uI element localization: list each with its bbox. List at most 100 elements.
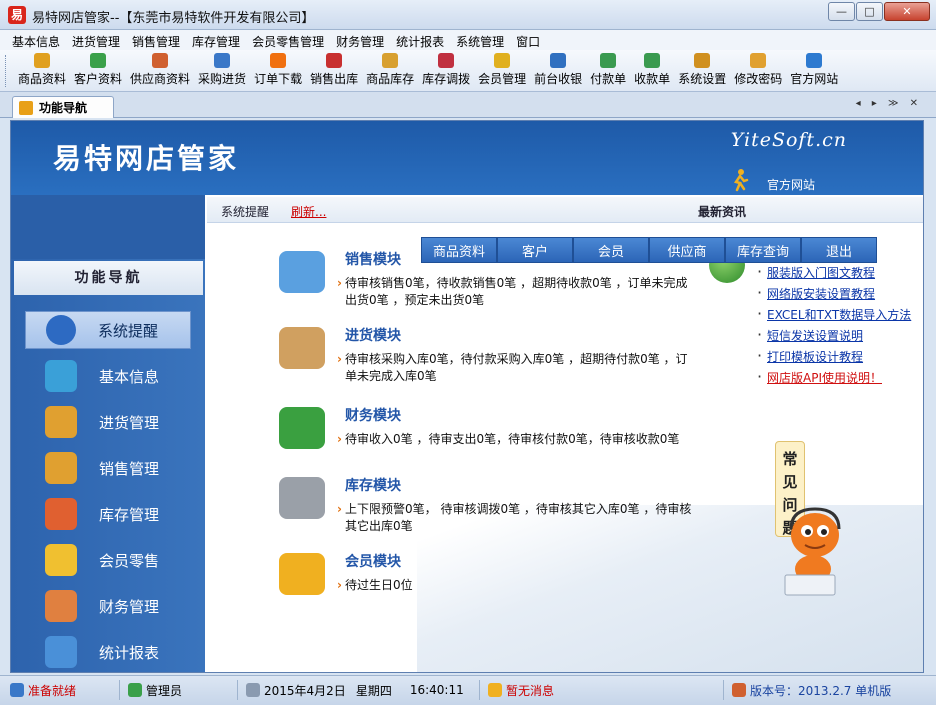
toolbar-button[interactable]: 官方网站	[786, 50, 842, 92]
toolbar-button[interactable]: 商品资料	[14, 50, 70, 92]
clock-icon	[246, 683, 260, 697]
module-title[interactable]: 财务模块	[345, 405, 713, 425]
toolbar-button[interactable]: 系统设置	[674, 50, 730, 92]
tab-navigation-arrows[interactable]: ◂ ▸ ≫ ✕	[856, 98, 922, 109]
sales-out-icon	[326, 53, 343, 68]
finance-icon	[45, 590, 77, 622]
tab-function-nav[interactable]: 功能导航	[12, 96, 114, 118]
settings-icon	[694, 53, 711, 68]
news-item: 网络版安装设置教程	[755, 283, 911, 306]
toolbar-label: 商品资料	[18, 72, 67, 86]
refresh-link[interactable]: 刷新...	[291, 203, 326, 220]
transfer-icon	[438, 53, 455, 68]
toolbar-button[interactable]: 库存调拨	[418, 50, 474, 92]
nav-icon	[19, 100, 33, 115]
maximize-button[interactable]: □	[856, 2, 883, 21]
toolbar-button[interactable]: 会员管理	[474, 50, 530, 92]
menu-item[interactable]: 系统管理	[450, 30, 510, 50]
toolbar-button[interactable]: 付款单	[586, 50, 630, 92]
toolbar-label: 修改密码	[734, 72, 783, 86]
toolbar-button[interactable]: 销售出库	[306, 50, 362, 92]
status-message-text: 暂无消息	[506, 683, 555, 698]
menu-item[interactable]: 库存管理	[186, 30, 246, 50]
sidebar-item-label: 基本信息	[99, 367, 160, 386]
module-title[interactable]: 会员模块	[345, 551, 713, 571]
toolbar-button[interactable]: 采购进货	[194, 50, 250, 92]
sidebar-item[interactable]: 会员零售	[25, 541, 191, 579]
news-item: 网店版API使用说明！	[755, 367, 911, 390]
menu-item[interactable]: 进货管理	[66, 30, 126, 50]
sidebar-item[interactable]: 统计报表	[25, 633, 191, 671]
news-title: 最新资讯	[698, 205, 747, 219]
module-title[interactable]: 销售模块	[345, 249, 713, 269]
sidebar-item[interactable]: 财务管理	[25, 587, 191, 625]
news-link[interactable]: 服装版入门图文教程	[767, 266, 875, 280]
sidebar-item[interactable]: 基本信息	[25, 357, 191, 395]
toolbar-label: 系统设置	[678, 72, 727, 86]
sidebar-item[interactable]: 进货管理	[25, 403, 191, 441]
sidebar-item[interactable]: 库存管理	[25, 495, 191, 533]
menu-item[interactable]: 财务管理	[330, 30, 390, 50]
close-button[interactable]: ✕	[884, 2, 930, 21]
reminder-label: 系统提醒	[221, 205, 270, 219]
toolbar-label: 采购进货	[198, 72, 247, 86]
warehouse-icon	[45, 498, 77, 530]
toolbar-button[interactable]: 客户资料	[70, 50, 126, 92]
banner-title: 易特网店管家	[53, 142, 240, 175]
home-icon	[732, 683, 746, 697]
menu-item[interactable]: 会员零售管理	[246, 30, 330, 50]
menu-item[interactable]: 统计报表	[390, 30, 450, 50]
toolbar-label: 付款单	[590, 72, 627, 86]
purchase-icon	[214, 53, 231, 68]
module-description: 待审收入0笔 ，待审支出0笔，待审核付款0笔，待审核收款0笔	[337, 431, 697, 448]
menu-item[interactable]: 销售管理	[126, 30, 186, 50]
toolbar-button[interactable]: 前台收银	[530, 50, 586, 92]
dollar-icon	[279, 407, 325, 449]
official-site-link[interactable]: 官方网站	[767, 176, 815, 193]
toolbar-button[interactable]: 订单下载	[250, 50, 306, 92]
member-icon	[494, 53, 511, 68]
menu-item[interactable]: 基本信息	[6, 30, 66, 50]
toolbar-label: 商品库存	[366, 72, 415, 86]
menu-item[interactable]: 窗口	[510, 30, 546, 50]
news-item: EXCEL和TXT数据导入方法	[755, 304, 911, 327]
status-ready: 准备就绪	[10, 680, 120, 700]
toolbar-label: 客户资料	[74, 72, 123, 86]
news-link[interactable]: 打印模板设计教程	[767, 350, 863, 364]
main-frame: 易特网店管家 YiteSoft.cn 官方网站 功能导航 系统提醒基本信息进货管…	[10, 120, 924, 673]
news-list: 程服装版入门图文教程网络版安装设置教程EXCEL和TXT数据导入方法短信发送设置…	[755, 241, 911, 390]
news-link[interactable]: 短信发送设置说明	[767, 329, 863, 343]
book-icon	[279, 251, 325, 293]
banner: 易特网店管家 YiteSoft.cn 官方网站	[11, 121, 923, 195]
status-message[interactable]: 暂无消息	[488, 680, 724, 700]
toolbar-button[interactable]: 供应商资料	[126, 50, 194, 92]
sidebar-item[interactable]: 销售管理	[25, 449, 191, 487]
quick-button[interactable]: 库存查询	[725, 237, 801, 263]
toolbar-button[interactable]: 修改密码	[730, 50, 786, 92]
toolbar-grip[interactable]	[5, 55, 8, 87]
toolbar-button[interactable]: 商品库存	[362, 50, 418, 92]
quick-button[interactable]: 退出	[801, 237, 877, 263]
news-link[interactable]: EXCEL和TXT数据导入方法	[767, 308, 911, 322]
news-link[interactable]: 网店版API使用说明！	[767, 371, 882, 385]
monitor-icon	[10, 683, 24, 697]
sidebar-item-label: 统计报表	[99, 643, 160, 662]
package-icon	[279, 327, 325, 369]
members-icon	[279, 553, 325, 595]
cubes-icon	[45, 360, 77, 392]
module-block: 销售模块待审核销售0笔，待收款销售0笔 ，超期待收款0笔 ，订单未完成出货0笔 …	[273, 249, 713, 309]
box-out-icon	[45, 452, 77, 484]
news-item: 服装版入门图文教程	[755, 262, 911, 285]
sidebar-item[interactable]: 系统提醒	[25, 311, 191, 349]
menu-bar: 基本信息 进货管理 销售管理 库存管理 会员零售管理 财务管理 统计报表 系统管理 窗口	[0, 30, 936, 50]
toolbar-label: 前台收银	[534, 72, 583, 86]
module-block: 会员模块待过生日0位	[273, 551, 713, 595]
inventory-icon	[382, 53, 399, 68]
sidebar-header: 功能导航	[14, 261, 203, 295]
news-link[interactable]: 网络版安装设置教程	[767, 287, 875, 301]
minimize-button[interactable]: —	[828, 2, 855, 21]
toolbar-button[interactable]: 收款单	[630, 50, 674, 92]
box-in-icon	[45, 406, 77, 438]
module-title[interactable]: 库存模块	[345, 475, 713, 495]
module-title[interactable]: 进货模块	[345, 325, 713, 345]
